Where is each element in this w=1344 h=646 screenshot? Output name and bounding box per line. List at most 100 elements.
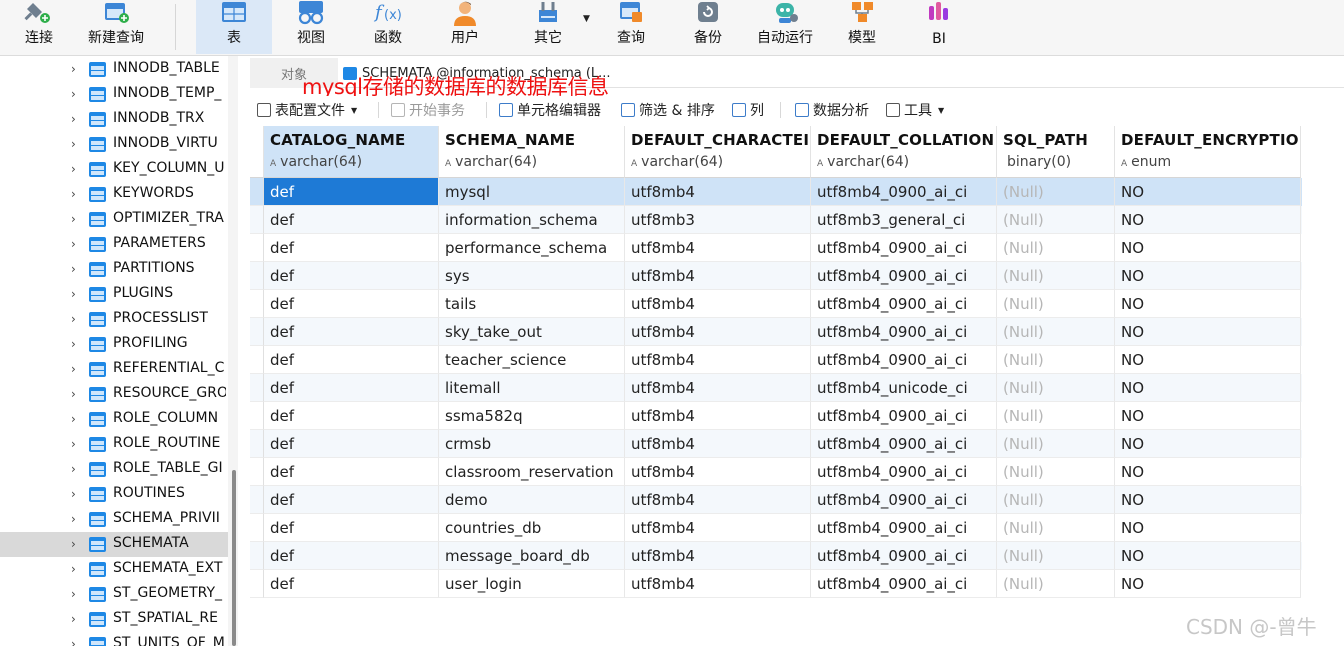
tree-item[interactable]: › INNODB_TABLE (0, 57, 228, 82)
chevron-right-icon[interactable]: › (71, 562, 81, 576)
table-cell[interactable]: NO (1115, 430, 1301, 458)
table-cell[interactable]: countries_db (439, 514, 625, 542)
table-cell[interactable]: utf8mb3 (625, 206, 811, 234)
table-cell[interactable]: NO (1115, 570, 1301, 598)
table-cell[interactable]: def (264, 374, 439, 402)
table-button[interactable]: 表 (196, 0, 272, 54)
table-cell[interactable]: def (264, 178, 439, 206)
tools-button[interactable]: 工具 ▼ (886, 100, 944, 120)
chevron-right-icon[interactable]: › (71, 537, 81, 551)
table-cell[interactable]: (Null) (997, 458, 1115, 486)
table-cell[interactable]: NO (1115, 458, 1301, 486)
table-cell[interactable]: NO (1115, 234, 1301, 262)
chevron-right-icon[interactable]: › (71, 62, 81, 76)
tree-item[interactable]: › ST_GEOMETRY_ (0, 582, 228, 607)
table-cell[interactable]: def (264, 234, 439, 262)
tree-item[interactable]: › PROCESSLIST (0, 307, 228, 332)
table-cell[interactable]: NO (1115, 206, 1301, 234)
table-cell[interactable]: (Null) (997, 486, 1115, 514)
table-cell[interactable]: utf8mb4_0900_ai_ci (811, 178, 997, 206)
tree-item[interactable]: › OPTIMIZER_TRA (0, 207, 228, 232)
table-cell[interactable]: NO (1115, 178, 1301, 206)
function-button[interactable]: f (x) 函数 (363, 0, 413, 54)
model-button[interactable]: 模型 (837, 0, 887, 54)
table-cell[interactable]: utf8mb4_0900_ai_ci (811, 542, 997, 570)
begin-transaction-button[interactable]: 开始事务 (391, 100, 465, 120)
connect-button[interactable]: 连接 (14, 0, 64, 54)
table-cell[interactable]: sky_take_out (439, 318, 625, 346)
table-cell[interactable]: NO (1115, 486, 1301, 514)
tree-item[interactable]: › PLUGINS (0, 282, 228, 307)
chevron-right-icon[interactable]: › (71, 237, 81, 251)
table-cell[interactable]: def (264, 290, 439, 318)
table-cell[interactable]: utf8mb4 (625, 570, 811, 598)
column-header[interactable]: DEFAULT_COLLATION Avarchar(64) (811, 126, 997, 178)
tree-scrollbar-thumb[interactable] (232, 470, 236, 646)
table-cell[interactable]: (Null) (997, 570, 1115, 598)
chevron-right-icon[interactable]: › (71, 262, 81, 276)
table-cell[interactable]: def (264, 458, 439, 486)
table-row[interactable]: def performance_schema utf8mb4 utf8mb4_0900… (250, 234, 1302, 262)
backup-button[interactable]: 备份 (683, 0, 733, 54)
row-header[interactable] (250, 178, 264, 206)
table-config-button[interactable]: 表配置文件 ▼ (257, 100, 357, 120)
table-cell[interactable]: def (264, 346, 439, 374)
table-cell[interactable]: utf8mb4_0900_ai_ci (811, 486, 997, 514)
table-row[interactable]: def mysql utf8mb4 utf8mb4_0900_ai_ci (Null) N… (250, 178, 1302, 206)
table-cell[interactable]: def (264, 262, 439, 290)
column-header[interactable]: CATALOG_NAME Avarchar(64) (264, 126, 439, 178)
table-row[interactable]: def countries_db utf8mb4 utf8mb4_0900_ai_ci… (250, 514, 1302, 542)
table-cell[interactable]: utf8mb4 (625, 178, 811, 206)
table-cell[interactable]: ssma582q (439, 402, 625, 430)
chevron-right-icon[interactable]: › (71, 587, 81, 601)
tree-item[interactable]: › REFERENTIAL_C (0, 357, 228, 382)
chevron-right-icon[interactable]: › (71, 387, 81, 401)
table-row[interactable]: def demo utf8mb4 utf8mb4_0900_ai_ci (Null) NO (250, 486, 1302, 514)
table-cell[interactable]: utf8mb4 (625, 262, 811, 290)
table-cell[interactable]: utf8mb4_0900_ai_ci (811, 318, 997, 346)
tree-item[interactable]: › ROLE_TABLE_GI (0, 457, 228, 482)
table-cell[interactable]: def (264, 542, 439, 570)
table-cell[interactable]: utf8mb4 (625, 542, 811, 570)
row-header[interactable] (250, 570, 264, 598)
table-cell[interactable]: NO (1115, 402, 1301, 430)
tree-item[interactable]: › RESOURCE_GRO (0, 382, 228, 407)
table-cell[interactable]: (Null) (997, 206, 1115, 234)
table-cell[interactable]: utf8mb4 (625, 402, 811, 430)
table-cell[interactable]: utf8mb3_general_ci (811, 206, 997, 234)
query-button[interactable]: 查询 (606, 0, 656, 54)
row-header[interactable] (250, 486, 264, 514)
row-header[interactable] (250, 402, 264, 430)
tree-item[interactable]: › ROLE_COLUMN (0, 407, 228, 432)
chevron-right-icon[interactable]: › (71, 612, 81, 626)
table-cell[interactable]: NO (1115, 318, 1301, 346)
automation-button[interactable]: 自动运行 (752, 0, 818, 54)
table-cell[interactable]: utf8mb4_unicode_ci (811, 374, 997, 402)
tree-item[interactable]: › ST_UNITS_OF_M (0, 632, 228, 646)
table-cell[interactable]: utf8mb4_0900_ai_ci (811, 570, 997, 598)
table-cell[interactable]: NO (1115, 514, 1301, 542)
table-cell[interactable]: utf8mb4_0900_ai_ci (811, 234, 997, 262)
table-cell[interactable]: (Null) (997, 178, 1115, 206)
table-cell[interactable]: message_board_db (439, 542, 625, 570)
column-header[interactable]: SCHEMA_NAME Avarchar(64) (439, 126, 625, 178)
column-header[interactable]: SQL_PATH binary(0) (997, 126, 1115, 178)
row-header[interactable] (250, 346, 264, 374)
data-analysis-button[interactable]: 数据分析 (795, 100, 869, 120)
table-cell[interactable]: utf8mb4_0900_ai_ci (811, 430, 997, 458)
table-row[interactable]: def sky_take_out utf8mb4 utf8mb4_0900_ai_ci… (250, 318, 1302, 346)
table-cell[interactable]: utf8mb4 (625, 430, 811, 458)
table-cell[interactable]: def (264, 402, 439, 430)
chevron-right-icon[interactable]: › (71, 412, 81, 426)
table-cell[interactable]: utf8mb4_0900_ai_ci (811, 514, 997, 542)
row-header[interactable] (250, 374, 264, 402)
row-header[interactable] (250, 514, 264, 542)
table-cell[interactable]: utf8mb4 (625, 514, 811, 542)
chevron-right-icon[interactable]: › (71, 112, 81, 126)
tree-item[interactable]: › INNODB_TRX (0, 107, 228, 132)
column-button[interactable]: 列 (732, 100, 764, 120)
table-cell[interactable]: NO (1115, 262, 1301, 290)
table-cell[interactable]: (Null) (997, 374, 1115, 402)
view-button[interactable]: 视图 (286, 0, 336, 54)
table-row[interactable]: def ssma582q utf8mb4 utf8mb4_0900_ai_ci (Nul… (250, 402, 1302, 430)
